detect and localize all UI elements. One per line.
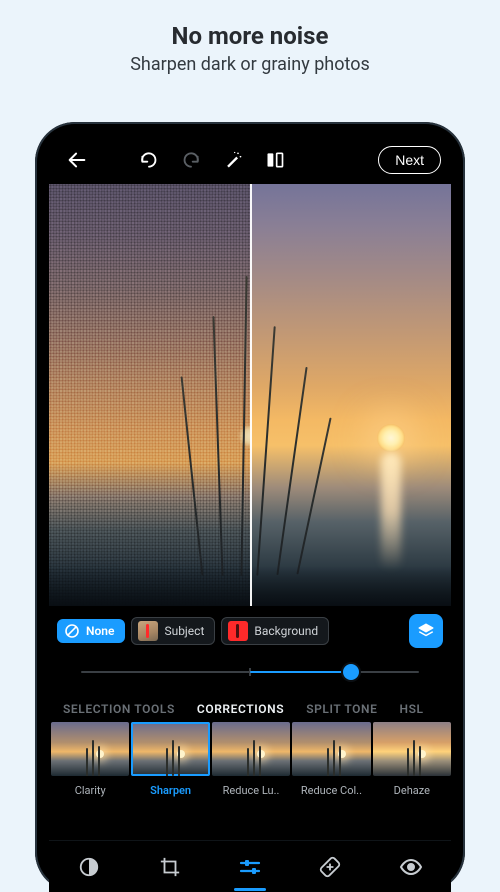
selection-none-chip[interactable]: None [57,619,125,643]
eye-icon [399,855,423,879]
selection-subject-chip[interactable]: Subject [131,617,215,645]
nav-looks[interactable] [67,845,111,889]
nav-redeye[interactable] [389,845,433,889]
top-toolbar: Next [49,136,451,184]
preset-label: Reduce Lu.. [212,784,290,797]
sliders-icon [238,855,262,879]
background-thumb-icon [228,621,248,641]
tab-split-tone[interactable]: SPLIT TONE [306,702,377,716]
layers-icon [417,622,435,640]
preset-strip: Clarity Sharpen Reduce Lu.. Reduce Col..… [49,722,451,797]
preset-sharpen[interactable]: Sharpen [131,722,209,797]
heal-icon [319,856,341,878]
nav-heal[interactable] [308,845,352,889]
redo-button[interactable] [173,142,209,178]
preset-reduce-color[interactable]: Reduce Col.. [292,722,370,797]
bottom-nav [49,840,451,892]
preset-label: Sharpen [131,784,209,797]
preset-label: Dehaze [373,784,451,797]
tab-corrections[interactable]: CORRECTIONS [197,702,284,716]
before-half [49,184,250,606]
compare-icon [265,150,285,170]
next-button[interactable]: Next [378,146,441,174]
prohibit-icon [64,623,80,639]
chip-label: Background [254,624,318,638]
preset-clarity[interactable]: Clarity [51,722,129,797]
auto-enhance-button[interactable] [215,142,251,178]
layers-button[interactable] [409,614,443,648]
adjust-slider[interactable] [81,662,419,682]
app-screen: Next [49,136,451,892]
promo-subtitle: Sharpen dark or grainy photos [0,54,500,75]
back-button[interactable] [59,142,95,178]
undo-button[interactable] [131,142,167,178]
looks-icon [78,856,100,878]
arrow-left-icon [66,149,88,171]
crop-icon [159,856,181,878]
nav-crop[interactable] [148,845,192,889]
photo-canvas[interactable] [49,184,451,606]
compare-button[interactable] [257,142,293,178]
preset-label: Clarity [51,784,129,797]
redo-icon [181,150,201,170]
chip-label: Subject [164,624,204,638]
subject-thumb-icon [138,621,158,641]
tab-selection-tools[interactable]: SELECTION TOOLS [63,702,175,716]
preset-dehaze[interactable]: Dehaze [373,722,451,797]
undo-icon [139,150,159,170]
phone-frame: Next [35,122,465,892]
nav-adjust[interactable] [228,845,272,889]
selection-row: None Subject Background [49,606,451,648]
preset-label: Reduce Col.. [292,784,370,797]
promo-title: No more noise [0,22,500,50]
compare-divider[interactable] [250,184,252,606]
tab-hsl[interactable]: HSL [400,702,424,716]
category-tabs: SELECTION TOOLS CORRECTIONS SPLIT TONE H… [49,692,451,722]
slider-thumb[interactable] [343,664,359,680]
magic-wand-icon [223,150,243,170]
preset-reduce-luminance[interactable]: Reduce Lu.. [212,722,290,797]
after-half [250,184,451,606]
chip-label: None [86,624,114,638]
selection-background-chip[interactable]: Background [221,617,329,645]
